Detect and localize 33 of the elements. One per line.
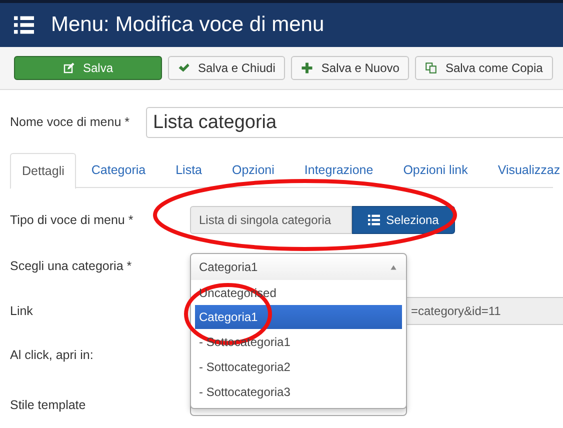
- field-label: Scegli una categoria *: [9, 258, 133, 275]
- field-label: Nome voce di menu *: [9, 114, 131, 132]
- select-value: Categoria1: [199, 259, 258, 276]
- title-input[interactable]: Lista categoria: [146, 107, 563, 138]
- tab[interactable]: Categoria: [76, 153, 161, 188]
- dropdown-option[interactable]: - Sottocategoria2: [195, 354, 402, 379]
- dropdown-option[interactable]: Categoria1: [195, 305, 402, 329]
- copy-icon: [425, 62, 438, 74]
- select-button[interactable]: Seleziona: [352, 206, 455, 234]
- tab[interactable]: Opzioni: [217, 153, 290, 188]
- category-select[interactable]: Categoria1: [191, 254, 406, 280]
- toolbar-button[interactable]: Salva e Chiudi: [168, 56, 286, 80]
- tab[interactable]: Dettagli: [10, 153, 76, 189]
- tab[interactable]: Lista: [160, 153, 217, 188]
- toolbar-button[interactable]: Salva come Copia: [415, 56, 553, 80]
- menu-icon: [14, 15, 34, 35]
- tab[interactable]: Opzioni link: [388, 153, 483, 188]
- field-label: Link: [9, 302, 34, 320]
- check-icon: [178, 62, 190, 74]
- page-title: Menu: Modifica voce di menu: [51, 12, 324, 38]
- field-label: Tipo di voce di menu *: [9, 212, 134, 229]
- toolbar-button[interactable]: Salva e Nuovo: [291, 56, 410, 80]
- field-label: Stile template: [9, 396, 87, 414]
- edit-icon: [62, 62, 75, 74]
- type-field: Lista di singola categoria: [190, 206, 352, 234]
- save-button[interactable]: Salva: [14, 56, 162, 80]
- field-label: Al click, apri in:: [9, 346, 94, 364]
- plus-icon: [301, 62, 314, 74]
- tab[interactable]: Visualizzaz: [482, 153, 563, 188]
- caret-icon: [389, 262, 398, 272]
- tab[interactable]: Integrazione: [289, 153, 388, 188]
- list-icon: [368, 214, 380, 226]
- dropdown-option[interactable]: - Sottocategoria3: [195, 379, 402, 404]
